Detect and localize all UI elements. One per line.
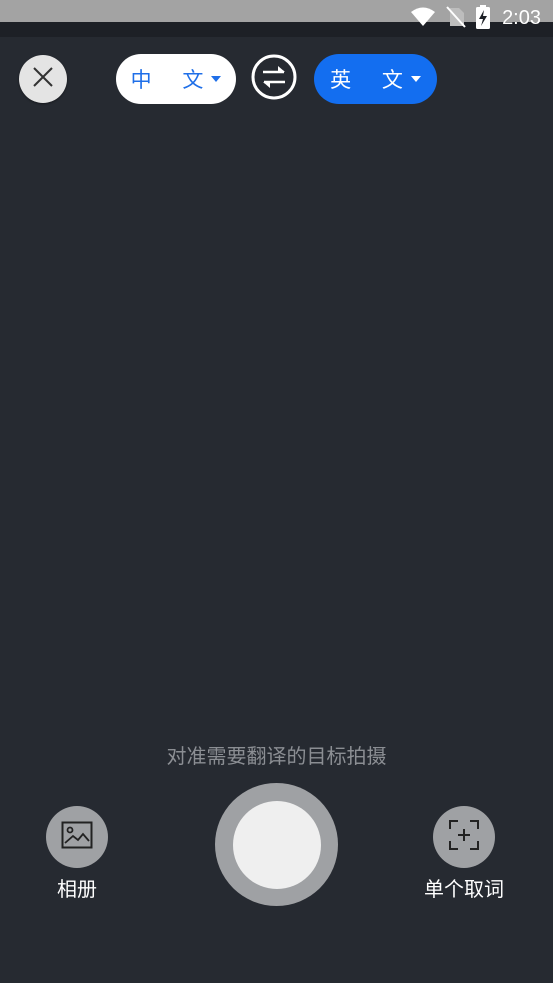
shutter-inner: [232, 800, 321, 889]
camera-hint-text: 对准需要翻译的目标拍摄: [166, 744, 387, 768]
status-time: 2:03: [502, 7, 541, 29]
wifi-icon: [410, 7, 436, 31]
image-icon: [61, 821, 93, 853]
shutter-button[interactable]: [215, 783, 338, 906]
status-icons: 2:03: [410, 0, 541, 37]
single-word-button[interactable]: [433, 806, 495, 868]
album-button[interactable]: [46, 806, 108, 868]
camera-translate-screen: 2:03 中 文 英 文 对准需要翻译的目标拍摄 相册 单个取词: [0, 0, 553, 983]
chevron-down-icon: [410, 76, 421, 82]
swap-languages-button[interactable]: [251, 54, 297, 104]
chevron-down-icon: [211, 76, 222, 82]
status-bar: 2:03: [0, 0, 553, 37]
album-label[interactable]: 相册: [7, 873, 147, 902]
swap-icon: [251, 54, 297, 104]
focus-frame-plus-icon: [448, 819, 480, 855]
single-word-label[interactable]: 单个取词: [394, 873, 534, 902]
target-language-selector[interactable]: 英 文: [314, 54, 437, 104]
no-sim-icon: [446, 5, 466, 32]
source-language-label: 中 文: [130, 68, 216, 92]
target-language-label: 英 文: [330, 68, 415, 92]
close-button[interactable]: [19, 55, 67, 103]
close-icon: [32, 66, 54, 92]
battery-charging-icon: [476, 4, 491, 33]
source-language-selector[interactable]: 中 文: [116, 54, 236, 104]
